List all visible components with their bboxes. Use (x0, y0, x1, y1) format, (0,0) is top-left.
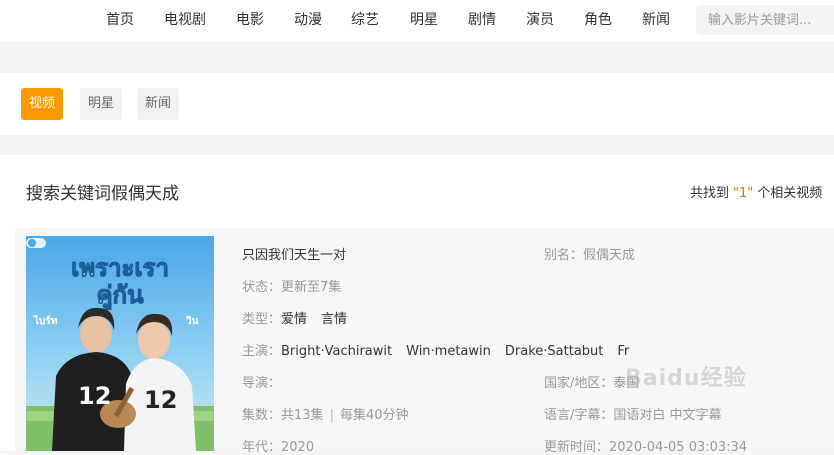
item-director: 导演： (242, 372, 281, 391)
tab-news[interactable]: 新闻 (137, 88, 180, 120)
poster-name-right: วิน (186, 315, 199, 327)
item-language: 语言/字幕：国语对白 中文字幕 (544, 404, 722, 423)
nav-item-roles[interactable]: 角色 (584, 9, 612, 29)
results-count: 共找到 "1" 个相关视频 (690, 182, 822, 201)
poster-name-left: ไบร์ท (33, 314, 58, 327)
item-episodes: 集数：共13集 | 每集40分钟 (242, 404, 409, 423)
nav-item-actors[interactable]: 演员 (526, 9, 554, 29)
poster-title-line-1: เพราะเรา (71, 254, 169, 282)
item-title[interactable]: 只因我们天生一对 (242, 244, 346, 263)
item-year: 年代：2020 (242, 436, 314, 455)
search-input[interactable] (696, 5, 834, 35)
genre-tag[interactable]: 言情 (321, 312, 347, 327)
nav-item-stars[interactable]: 明星 (410, 9, 438, 29)
results-count-suffix: 个相关视频 (757, 186, 823, 201)
language-label: 语言/字幕： (544, 408, 614, 423)
status-value: 更新至7集 (281, 280, 342, 295)
item-status: 状态：更新至7集 (242, 276, 341, 295)
item-genre: 类型：爱情 言情 (242, 308, 347, 327)
results-heading: 搜索关键词假偶天成 (26, 184, 179, 204)
search-results-panel: 搜索关键词假偶天成 共找到 "1" 个相关视频 เพราะเรา คู่กัน … (0, 155, 834, 455)
result-item: เพราะเรา คู่กัน ไบร์ท วิน 12 12 只因我们天生一对… (15, 228, 834, 455)
filter-tabs-panel: 视频 明星 新闻 (0, 73, 834, 135)
cast-link[interactable]: Fr (617, 344, 629, 359)
nav-item-news[interactable]: 新闻 (642, 9, 670, 29)
language-value: 国语对白 中文字幕 (613, 408, 722, 423)
nav-item-tv-series[interactable]: 电视剧 (164, 9, 206, 29)
cast-label: 主演： (242, 344, 282, 359)
director-label: 导演： (242, 376, 282, 391)
nav-item-movies[interactable]: 电影 (236, 9, 264, 29)
cast-link[interactable]: Bright·Vachirawit (281, 344, 392, 359)
genre-label: 类型： (242, 312, 282, 327)
tab-videos[interactable]: 视频 (21, 88, 64, 120)
item-country: 国家/地区：泰国 (544, 372, 639, 391)
poster-jersey-left: 12 (78, 382, 111, 410)
results-count-prefix: 共找到 (690, 186, 730, 201)
alias-value: 假偶天成 (583, 248, 636, 263)
genre-tag[interactable]: 爱情 (281, 312, 307, 327)
poster-jersey-right: 12 (144, 386, 177, 414)
country-value: 泰国 (613, 376, 640, 391)
item-title-text[interactable]: 只因我们天生一对 (242, 248, 346, 263)
year-label: 年代： (242, 440, 282, 455)
episodes-label: 集数： (242, 408, 282, 423)
nav-item-variety[interactable]: 综艺 (351, 9, 379, 29)
year-value: 2020 (281, 440, 315, 455)
divider: | (329, 408, 334, 423)
top-navigation: 首页 电视剧 电影 动漫 综艺 明星 剧情 演员 角色 新闻 (0, 0, 834, 43)
updated-value: 2020-04-05 03:03:34 (609, 440, 748, 455)
item-updated: 更新时间：2020-04-05 03:03:34 (544, 436, 747, 455)
nav-item-home[interactable]: 首页 (106, 9, 134, 29)
nav-item-anime[interactable]: 动漫 (294, 9, 322, 29)
results-count-number: "1" (733, 186, 754, 201)
episode-length-value: 每集40分钟 (339, 408, 409, 423)
nav-item-plot[interactable]: 剧情 (468, 9, 496, 29)
poster-title-line-2: คู่กัน (97, 281, 145, 310)
item-cast: 主演：Bright·Vachirawit Win·metawin Drake·Sat… (242, 340, 629, 359)
poster-image[interactable]: เพราะเรา คู่กัน ไบร์ท วิน 12 12 (26, 236, 214, 451)
tab-stars[interactable]: 明星 (80, 88, 123, 120)
cast-link[interactable]: Win·metawin (406, 344, 491, 359)
episodes-value: 共13集 (281, 408, 324, 423)
item-alias: 别名：假偶天成 (544, 244, 635, 263)
updated-label: 更新时间： (544, 440, 610, 455)
alias-label: 别名： (544, 248, 584, 263)
country-label: 国家/地区： (544, 376, 614, 391)
cast-link[interactable]: Drake·Sattabut (505, 344, 603, 359)
status-label: 状态： (242, 280, 282, 295)
